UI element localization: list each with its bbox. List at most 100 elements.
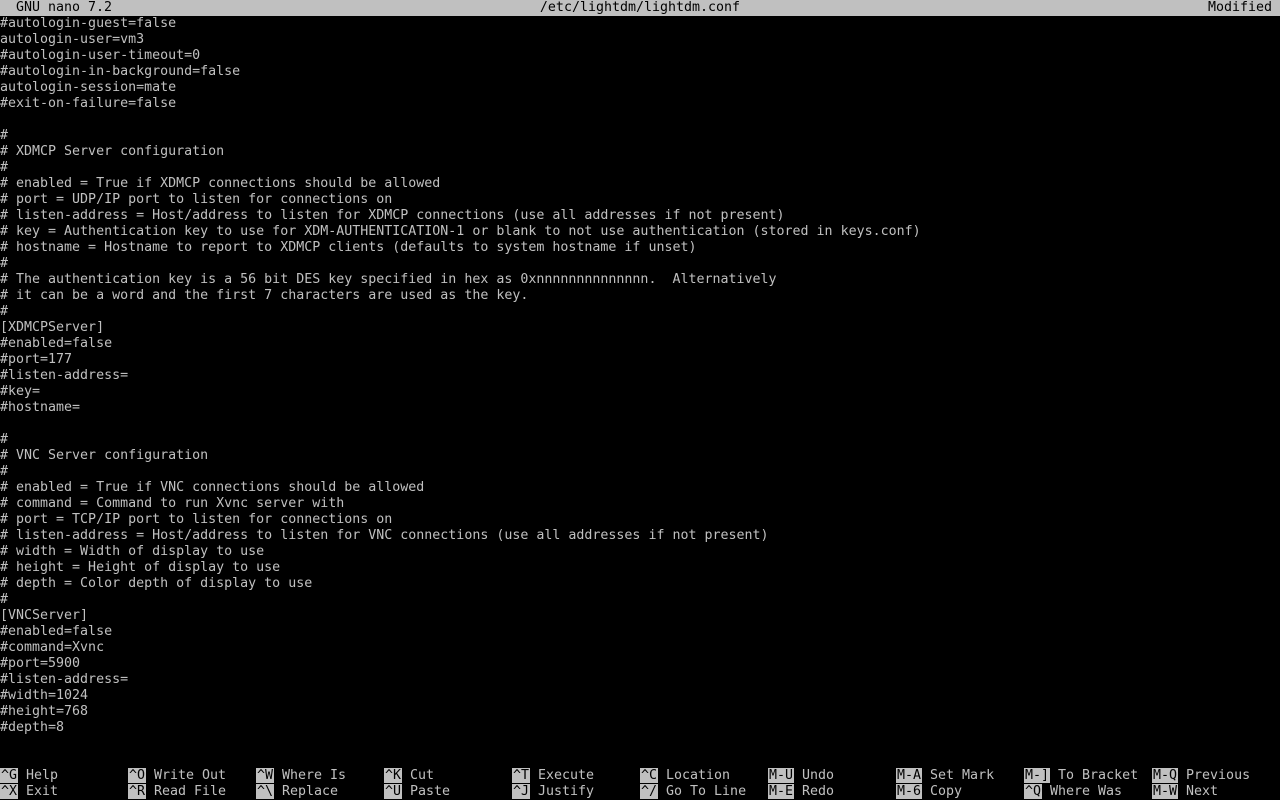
editor-line[interactable]: #	[0, 160, 1280, 176]
editor-line[interactable]: #command=Xvnc	[0, 640, 1280, 656]
shortcut-key: ^/	[640, 784, 659, 799]
shortcut-item[interactable]: ^/ Go To Line	[640, 784, 746, 800]
shortcut-item[interactable]: ^Q Where Was	[1024, 784, 1122, 800]
shortcut-item[interactable]: ^U Paste	[384, 784, 450, 800]
shortcut-key: ^\	[256, 784, 275, 799]
editor-line[interactable]: #	[0, 128, 1280, 144]
shortcut-key: M-Q	[1152, 768, 1179, 783]
shortcut-item[interactable]: M-U Undo	[768, 768, 834, 784]
modified-status: Modified	[1207, 0, 1272, 15]
editor-line[interactable]: # listen-address = Host/address to liste…	[0, 528, 1280, 544]
editor-line[interactable]: autologin-session=mate	[0, 80, 1280, 96]
title-bar: /etc/lightdm/lightdm.conf GNU nano 7.2 M…	[0, 0, 1280, 16]
shortcut-key: M-6	[896, 784, 923, 799]
editor-line[interactable]	[0, 416, 1280, 432]
editor-line[interactable]: #	[0, 592, 1280, 608]
shortcut-label: Paste	[410, 784, 451, 799]
editor-line[interactable]: [VNCServer]	[0, 608, 1280, 624]
shortcut-label: To Bracket	[1058, 768, 1139, 783]
editor-line[interactable]: # listen-address = Host/address to liste…	[0, 208, 1280, 224]
shortcut-label: Exit	[26, 784, 59, 799]
editor-line[interactable]: #exit-on-failure=false	[0, 96, 1280, 112]
editor-line[interactable]: #key=	[0, 384, 1280, 400]
shortcut-label: Cut	[410, 768, 435, 783]
shortcut-label: Copy	[930, 784, 963, 799]
editor-line[interactable]: #autologin-in-background=false	[0, 64, 1280, 80]
shortcut-label: Where Is	[282, 768, 347, 783]
editor-line[interactable]: #autologin-guest=false	[0, 16, 1280, 32]
editor-line[interactable]: # VNC Server configuration	[0, 448, 1280, 464]
shortcut-item[interactable]: ^X Exit	[0, 784, 58, 800]
editor-line[interactable]: #	[0, 464, 1280, 480]
shortcut-label: Replace	[282, 784, 339, 799]
shortcut-item[interactable]: ^O Write Out	[128, 768, 226, 784]
editor-line[interactable]	[0, 112, 1280, 128]
shortcut-item[interactable]: ^R Read File	[128, 784, 226, 800]
editor-line[interactable]: #	[0, 256, 1280, 272]
shortcut-key: ^O	[128, 768, 147, 783]
text-editor-area[interactable]: #autologin-guest=false autologin-user=vm3…	[0, 16, 1280, 752]
shortcut-key: M-]	[1024, 768, 1051, 783]
editor-line[interactable]: #	[0, 432, 1280, 448]
shortcut-label: Write Out	[154, 768, 227, 783]
shortcut-item[interactable]: M-Q Previous	[1152, 768, 1250, 784]
shortcut-key: ^R	[128, 784, 147, 799]
shortcut-item[interactable]: M-6 Copy	[896, 784, 962, 800]
shortcut-item[interactable]: ^W Where Is	[256, 768, 346, 784]
editor-line[interactable]: #width=1024	[0, 688, 1280, 704]
editor-line[interactable]: #autologin-user-timeout=0	[0, 48, 1280, 64]
editor-line[interactable]: # port = TCP/IP port to listen for conne…	[0, 512, 1280, 528]
shortcut-item[interactable]: ^\ Replace	[256, 784, 338, 800]
shortcut-item[interactable]: ^G Help	[0, 768, 58, 784]
editor-line[interactable]: autologin-user=vm3	[0, 32, 1280, 48]
editor-line[interactable]: # depth = Color depth of display to use	[0, 576, 1280, 592]
editor-line[interactable]: # hostname = Hostname to report to XDMCP…	[0, 240, 1280, 256]
editor-line[interactable]: # width = Width of display to use	[0, 544, 1280, 560]
editor-line[interactable]: # command = Command to run Xvnc server w…	[0, 496, 1280, 512]
shortcut-key: ^Q	[1024, 784, 1043, 799]
shortcut-label: Execute	[538, 768, 595, 783]
shortcut-key: ^K	[384, 768, 403, 783]
shortcut-key: ^X	[0, 784, 19, 799]
editor-line[interactable]: #port=177	[0, 352, 1280, 368]
shortcut-item[interactable]: ^T Execute	[512, 768, 594, 784]
editor-line[interactable]: #listen-address=	[0, 368, 1280, 384]
shortcut-label: Location	[666, 768, 731, 783]
shortcut-key: M-U	[768, 768, 795, 783]
editor-line[interactable]: #depth=8	[0, 720, 1280, 736]
shortcut-key: M-E	[768, 784, 795, 799]
editor-line[interactable]: #enabled=false	[0, 336, 1280, 352]
editor-line[interactable]: # The authentication key is a 56 bit DES…	[0, 272, 1280, 288]
editor-line[interactable]: # height = Height of display to use	[0, 560, 1280, 576]
shortcut-key: ^W	[256, 768, 275, 783]
shortcut-label: Next	[1186, 784, 1219, 799]
editor-line[interactable]: [XDMCPServer]	[0, 320, 1280, 336]
shortcut-label: Set Mark	[930, 768, 995, 783]
editor-line[interactable]: # port = UDP/IP port to listen for conne…	[0, 192, 1280, 208]
shortcut-item[interactable]: M-] To Bracket	[1024, 768, 1138, 784]
editor-line[interactable]: # key = Authentication key to use for XD…	[0, 224, 1280, 240]
shortcut-item[interactable]: M-W Next	[1152, 784, 1218, 800]
shortcut-item[interactable]: M-A Set Mark	[896, 768, 994, 784]
shortcut-label: Go To Line	[666, 784, 747, 799]
shortcut-label: Justify	[538, 784, 595, 799]
shortcut-item[interactable]: ^J Justify	[512, 784, 594, 800]
editor-line[interactable]: #port=5900	[0, 656, 1280, 672]
shortcut-item[interactable]: M-E Redo	[768, 784, 834, 800]
shortcut-label: Read File	[154, 784, 227, 799]
editor-line[interactable]: #height=768	[0, 704, 1280, 720]
shortcut-key: M-W	[1152, 784, 1179, 799]
editor-line[interactable]: #enabled=false	[0, 624, 1280, 640]
editor-line[interactable]: #listen-address=	[0, 672, 1280, 688]
editor-line[interactable]: # enabled = True if XDMCP connections sh…	[0, 176, 1280, 192]
editor-line[interactable]: #hostname=	[0, 400, 1280, 416]
editor-line[interactable]: # enabled = True if VNC connections shou…	[0, 480, 1280, 496]
shortcut-item[interactable]: ^C Location	[640, 768, 730, 784]
editor-line[interactable]: # it can be a word and the first 7 chara…	[0, 288, 1280, 304]
editor-line[interactable]: # XDMCP Server configuration	[0, 144, 1280, 160]
shortcut-key: ^J	[512, 784, 531, 799]
shortcut-key: ^U	[384, 784, 403, 799]
shortcut-item[interactable]: ^K Cut	[384, 768, 434, 784]
editor-line[interactable]: #	[0, 304, 1280, 320]
shortcut-label: Redo	[802, 784, 835, 799]
